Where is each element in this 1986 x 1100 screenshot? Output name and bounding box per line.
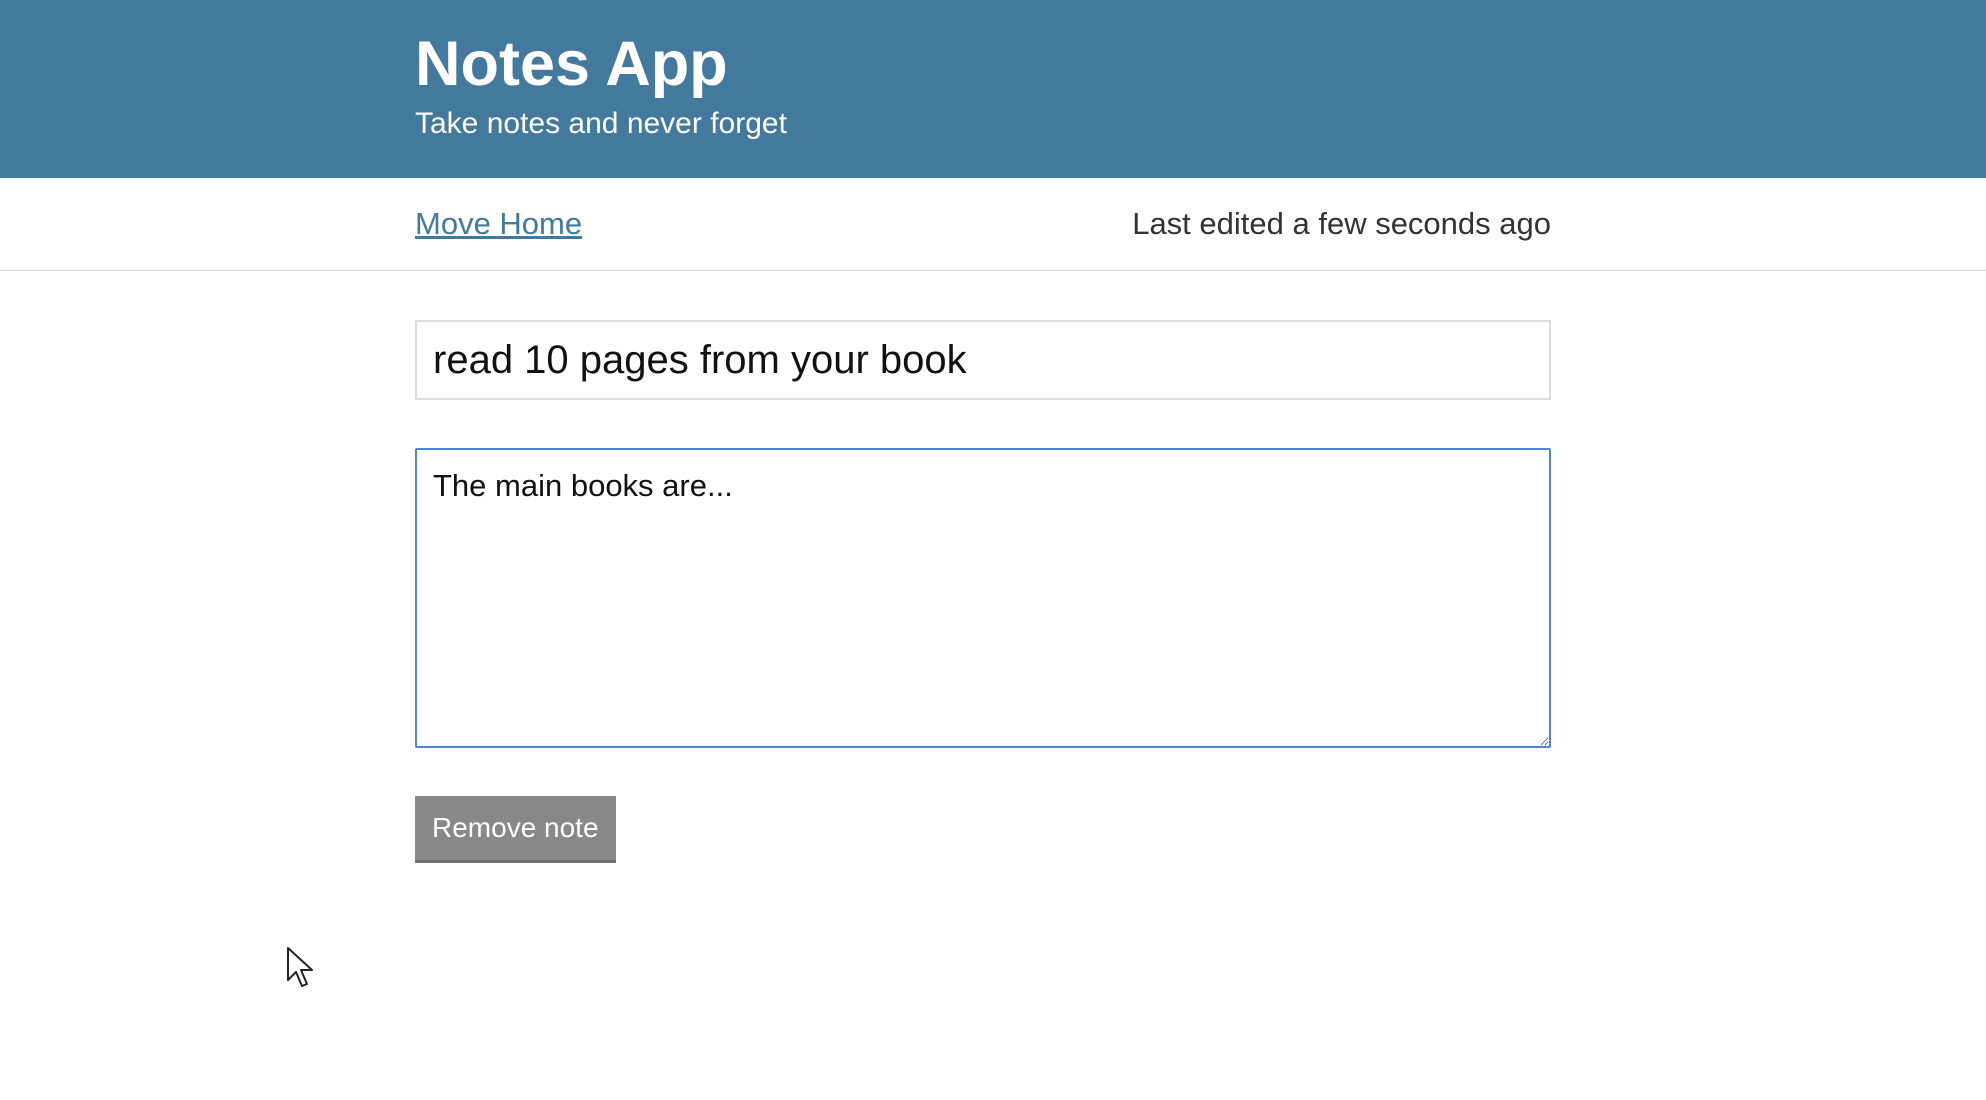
last-edited-text: Last edited a few seconds ago <box>1132 206 1551 241</box>
move-home-link[interactable]: Move Home <box>415 204 582 244</box>
mouse-pointer-icon <box>287 947 313 987</box>
note-body-textarea[interactable]: The main books are... <box>415 448 1551 748</box>
header-content: Notes App Take notes and never forget <box>415 26 787 144</box>
app-subtitle: Take notes and never forget <box>415 107 787 140</box>
note-edit-form: The main books are... Remove note <box>415 320 1551 863</box>
action-bar: Move Home Last edited a few seconds ago <box>0 178 1986 271</box>
note-title-input[interactable] <box>415 320 1551 400</box>
remove-note-button[interactable]: Remove note <box>415 796 616 863</box>
app-title: Notes App <box>415 29 728 99</box>
app-header: Notes App Take notes and never forget <box>0 0 1986 178</box>
